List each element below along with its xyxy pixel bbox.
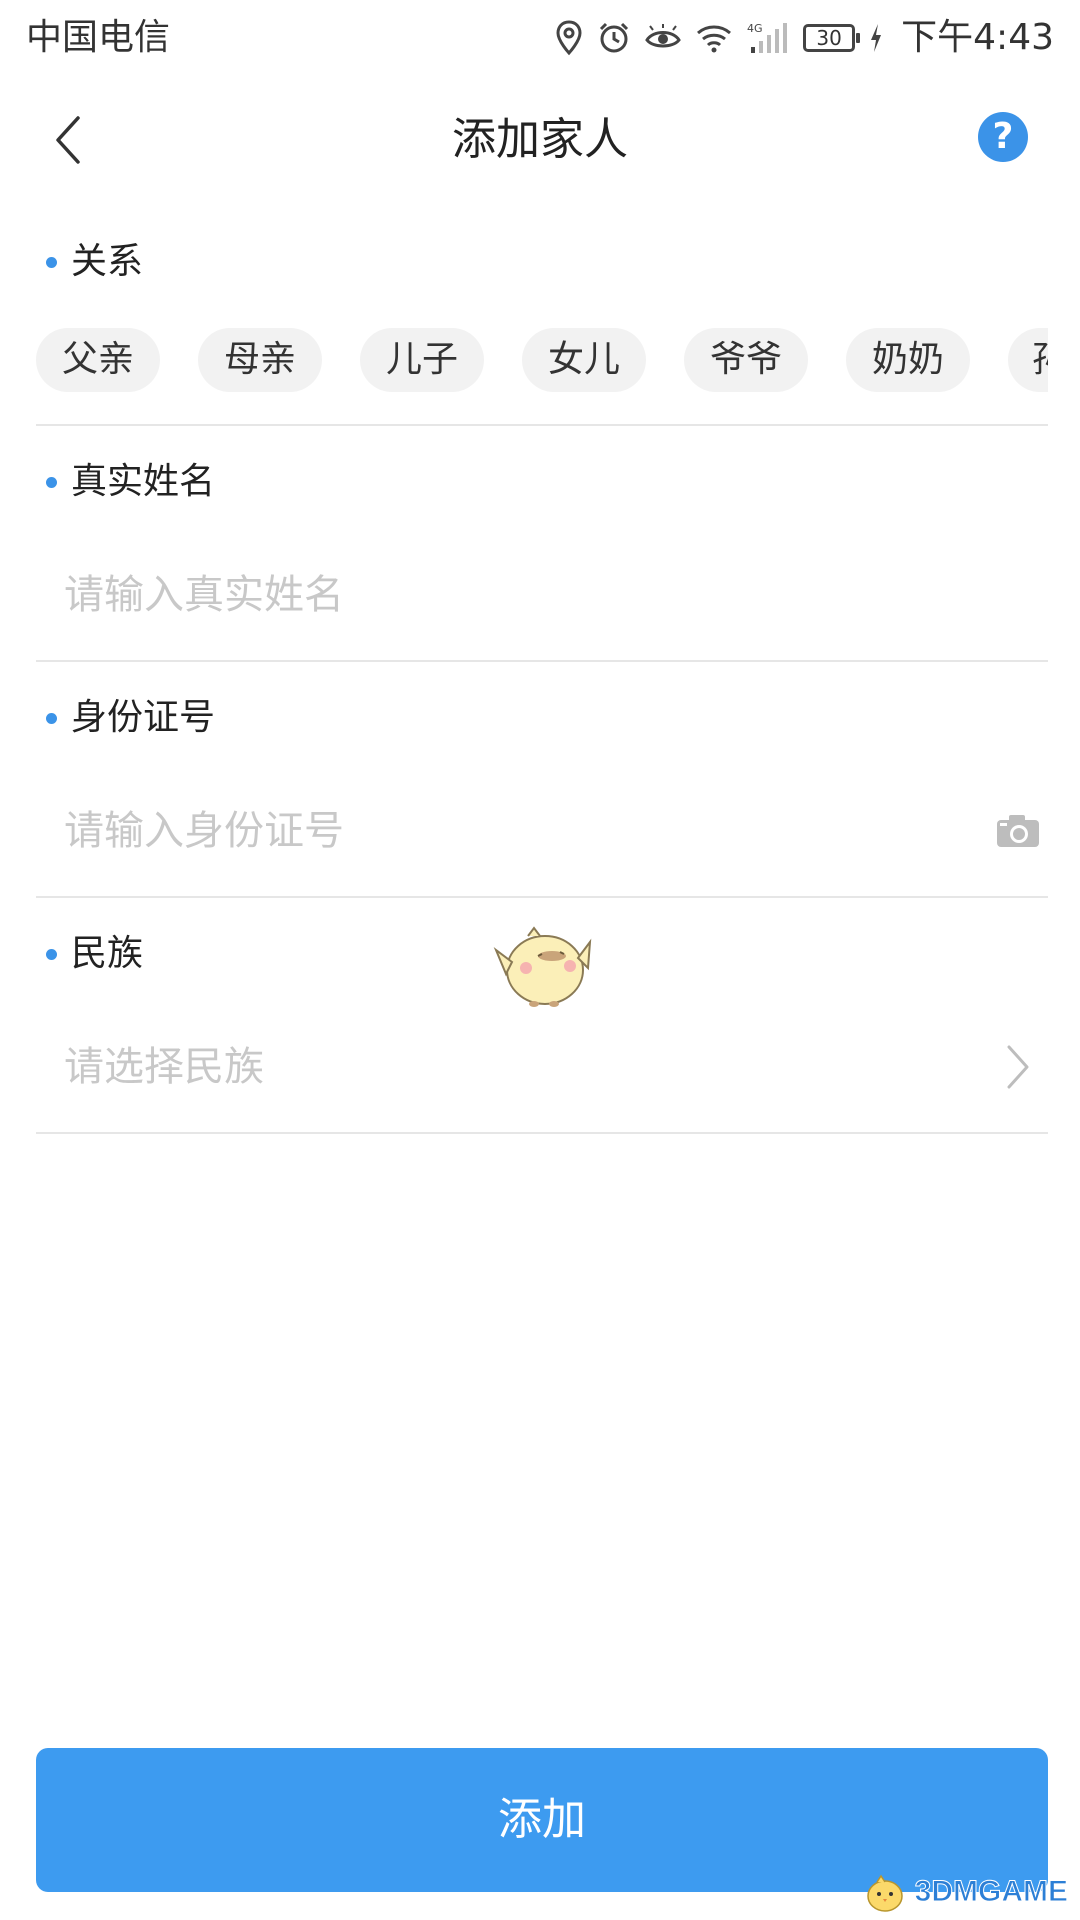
camera-icon [997, 815, 1039, 847]
status-bar: 中国电信 4G 30 下午4:43 [0, 0, 1080, 76]
nav-bar: 添加家人 ? [0, 80, 1080, 200]
name-input-row [36, 560, 1048, 630]
signal-icon: 4G [747, 22, 788, 53]
status-time: 下午4:43 [901, 17, 1054, 58]
mascot-sticker [493, 926, 592, 1007]
relation-chip-grandchild[interactable]: 孙 [1008, 328, 1048, 392]
relation-label-row: 关系 [36, 232, 1048, 292]
chevron-right-icon [1007, 1045, 1029, 1089]
relation-chip-father[interactable]: 父亲 [36, 328, 160, 392]
svg-text:4G: 4G [747, 22, 763, 35]
required-dot [46, 476, 57, 488]
ethnicity-select[interactable] [36, 1032, 988, 1102]
relation-options: 父亲 母亲 儿子 女儿 爷爷 奶奶 孙 [36, 328, 1048, 392]
relation-chip-mother[interactable]: 母亲 [198, 328, 322, 392]
id-section: 身份证号 [36, 688, 1048, 898]
relation-label: 关系 [71, 241, 144, 282]
relation-chip-grandfather[interactable]: 爷爷 [684, 328, 808, 392]
carrier-name: 中国电信 [26, 17, 171, 58]
battery-icon: 30 [803, 24, 861, 52]
status-icons: 4G 30 下午4:43 [555, 14, 1054, 62]
ethnicity-arrow[interactable] [988, 1037, 1048, 1097]
alarm-icon [600, 22, 629, 53]
relation-section: 关系 父亲 母亲 儿子 女儿 爷爷 奶奶 孙 [36, 232, 1048, 426]
id-input-row [36, 796, 1048, 866]
relation-chip-daughter[interactable]: 女儿 [522, 328, 646, 392]
required-dot [46, 948, 57, 960]
id-label-row: 身份证号 [36, 688, 1048, 748]
ethnicity-label: 民族 [71, 933, 144, 974]
add-family-screen: 中国电信 4G 30 下午4:43 添加家人 ? 关系 父亲 母亲 儿子 女儿 … [0, 0, 1080, 1920]
name-section: 真实姓名 [36, 452, 1048, 662]
relation-chip-son[interactable]: 儿子 [360, 328, 484, 392]
required-dot [46, 712, 57, 724]
watermark-text: 3DMGAME [914, 1875, 1068, 1909]
chick-logo-icon [866, 1874, 903, 1912]
name-input[interactable] [36, 560, 1048, 630]
eye-icon [645, 24, 681, 48]
wifi-icon [697, 25, 732, 53]
charging-icon [871, 24, 882, 52]
id-label: 身份证号 [71, 697, 216, 738]
name-label: 真实姓名 [71, 461, 216, 502]
help-button[interactable]: ? [978, 112, 1028, 162]
id-number-input[interactable] [36, 796, 988, 866]
location-icon [556, 20, 582, 56]
name-label-row: 真实姓名 [36, 452, 1048, 512]
scan-id-button[interactable] [988, 801, 1048, 861]
page-title: 添加家人 [452, 114, 628, 165]
ethnicity-select-row[interactable] [36, 1032, 1048, 1102]
relation-chip-grandmother[interactable]: 奶奶 [846, 328, 970, 392]
required-dot [46, 256, 57, 268]
watermark: 3DMGAME [863, 1868, 1069, 1916]
